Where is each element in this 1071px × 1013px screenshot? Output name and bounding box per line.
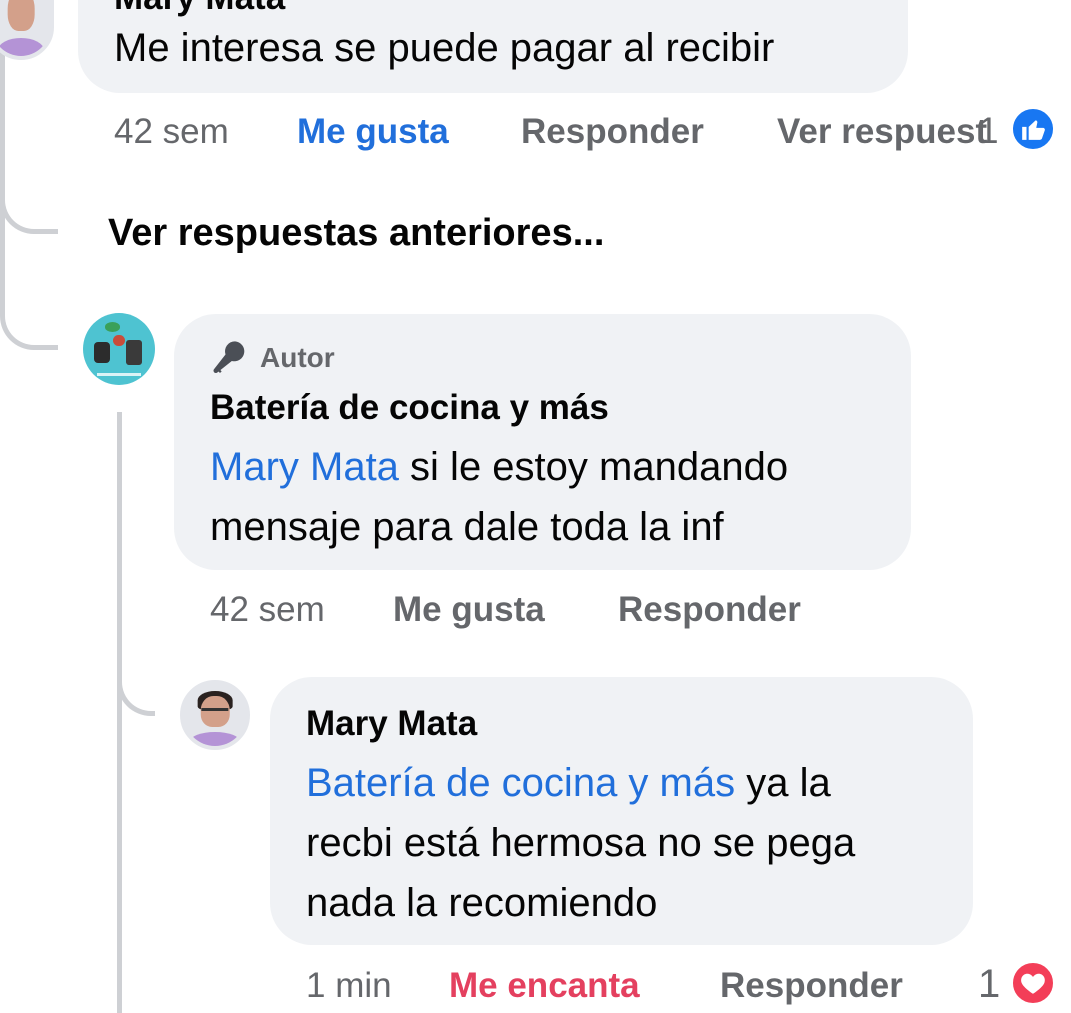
- thread-connector-2: [0, 290, 58, 350]
- comment-author-page[interactable]: Batería de cocina y más: [210, 388, 609, 428]
- comment-author-mary[interactable]: Mary Mata: [306, 704, 477, 744]
- avatar-shirt: [190, 732, 240, 746]
- comment-time-mary: 1 min: [306, 966, 392, 1005]
- comment-author-partial[interactable]: Mary Mata: [114, 0, 285, 18]
- comment-time-top: 42 sem: [114, 112, 229, 151]
- reply-button-top[interactable]: Responder: [521, 112, 704, 152]
- comment-text-page-line2: mensaje para dale toda la inf: [210, 505, 724, 549]
- text-fragment: si le estoy mandando: [398, 445, 789, 489]
- thumbs-up-icon: [1022, 120, 1045, 140]
- author-badge: Autor: [210, 338, 335, 378]
- comment-text-mary-line2: recbi está hermosa no se pega: [306, 821, 856, 865]
- view-previous-replies[interactable]: Ver respuestas anteriores...: [108, 212, 604, 255]
- avatar-decor: [97, 372, 141, 377]
- mention-link[interactable]: Mary Mata: [210, 445, 399, 489]
- avatar-mary[interactable]: [180, 680, 250, 750]
- thread-connector-1: [0, 170, 58, 234]
- avatar-decor: [104, 321, 121, 332]
- mention-link[interactable]: Batería de cocina y más: [306, 761, 735, 805]
- reply-button-mary[interactable]: Responder: [720, 966, 903, 1006]
- love-reaction-button[interactable]: Me encanta: [449, 966, 640, 1006]
- reaction-count-mary: 1: [978, 962, 1001, 1006]
- comment-text-mary-line3: nada la recomiendo: [306, 881, 658, 925]
- like-button-page[interactable]: Me gusta: [393, 590, 545, 630]
- thread-line-reply: [117, 412, 122, 1013]
- comment-time-page: 42 sem: [210, 590, 325, 629]
- author-badge-label: Autor: [260, 342, 335, 373]
- heart-icon[interactable]: [1010, 960, 1056, 1006]
- avatar-decor: [93, 341, 110, 364]
- reaction-count-top: 1: [978, 110, 999, 151]
- avatar-face: [7, 0, 35, 32]
- view-replies-button[interactable]: Ver respuest: [777, 112, 987, 152]
- heart-glyph-icon: [1021, 973, 1045, 994]
- avatar-mary-top[interactable]: [0, 0, 54, 60]
- thread-connector-3: [117, 650, 155, 716]
- avatar-shirt: [0, 37, 45, 56]
- reply-button-page[interactable]: Responder: [618, 590, 801, 630]
- avatar-glasses: [201, 707, 229, 713]
- avatar-page[interactable]: [83, 313, 155, 385]
- microphone-icon: [213, 341, 245, 374]
- text-fragment: ya la: [735, 761, 831, 805]
- comment-text-mary-line1: Batería de cocina y más ya la: [306, 753, 831, 813]
- comment-text-page-line1: Mary Mata si le estoy mandando: [210, 437, 788, 497]
- avatar-decor: [113, 334, 125, 347]
- avatar-decor: [126, 340, 143, 365]
- like-button-top[interactable]: Me gusta: [297, 112, 449, 152]
- comment-text-top: Me interesa se puede pagar al recibir: [114, 26, 775, 70]
- like-icon[interactable]: [1010, 106, 1056, 152]
